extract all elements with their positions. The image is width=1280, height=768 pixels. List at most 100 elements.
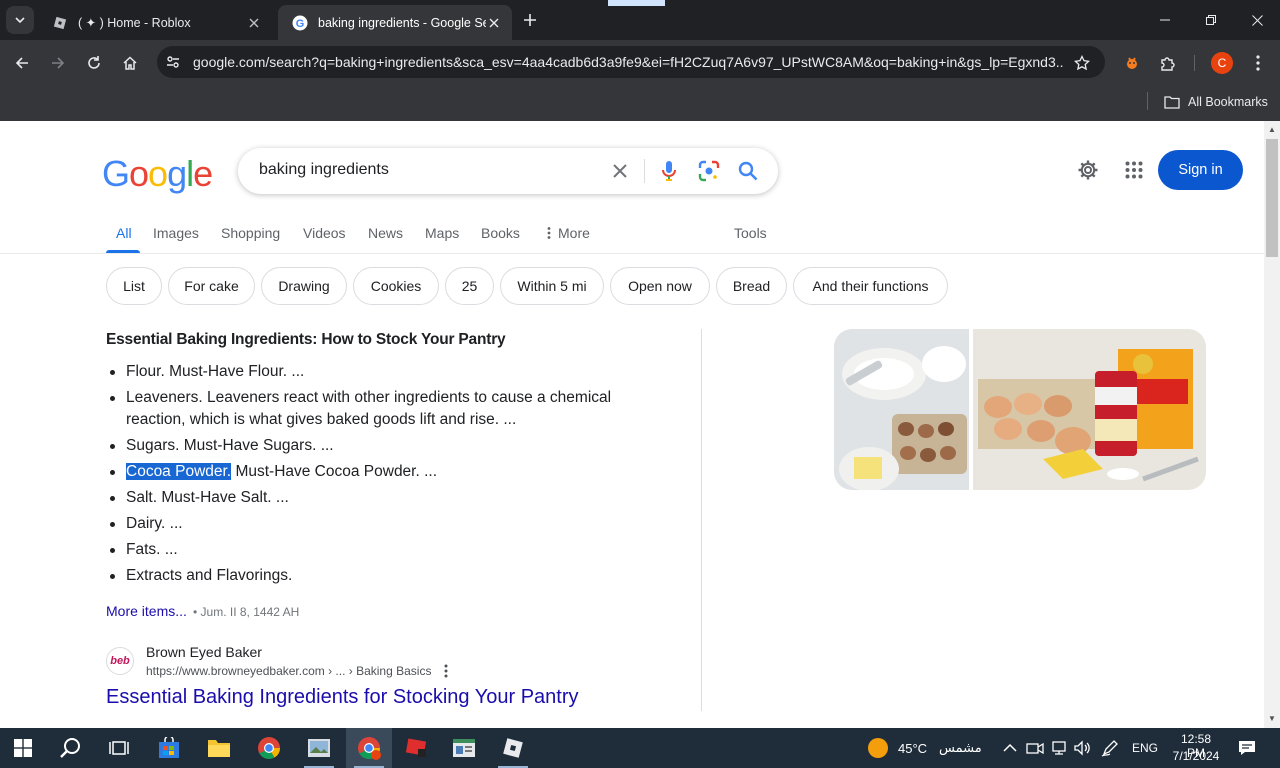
chip-bread[interactable]: Bread bbox=[716, 267, 787, 305]
chevron-down-icon bbox=[15, 17, 25, 24]
restore-icon bbox=[1206, 15, 1216, 25]
tab-videos[interactable]: Videos bbox=[303, 225, 346, 249]
bookmark-star-icon[interactable] bbox=[1071, 52, 1093, 74]
start-button[interactable] bbox=[0, 728, 46, 768]
tab-title: ( ✦ ) Home - Roblox bbox=[78, 16, 191, 30]
tab-roblox[interactable]: ( ✦ ) Home - Roblox bbox=[38, 5, 272, 40]
roblox-studio-icon bbox=[405, 738, 427, 757]
chip-drawing[interactable]: Drawing bbox=[261, 267, 347, 305]
tab-books[interactable]: Books bbox=[481, 225, 520, 249]
list-item: Leaveners. Leaveners react with other in… bbox=[106, 387, 666, 431]
tab-images[interactable]: Images bbox=[153, 225, 199, 249]
home-icon bbox=[123, 56, 137, 70]
extensions-button[interactable] bbox=[1154, 49, 1182, 77]
new-tab-button[interactable] bbox=[518, 8, 542, 32]
extension-button[interactable] bbox=[1118, 49, 1146, 77]
app-taskbar-button[interactable] bbox=[296, 728, 342, 768]
chip-25[interactable]: 25 bbox=[445, 267, 494, 305]
tab-tools[interactable]: Tools bbox=[734, 225, 767, 249]
site-info-icon[interactable] bbox=[163, 52, 183, 72]
task-view-button[interactable] bbox=[96, 728, 142, 768]
weather-widget[interactable]: 45°C مشمس bbox=[868, 738, 982, 758]
chrome-taskbar-button[interactable] bbox=[246, 728, 292, 768]
notification-icon[interactable] bbox=[1238, 739, 1256, 757]
meet-now-icon[interactable] bbox=[1026, 739, 1044, 757]
restore-button[interactable] bbox=[1188, 0, 1234, 40]
app-taskbar-button-window[interactable] bbox=[441, 728, 487, 768]
clear-search-icon[interactable] bbox=[608, 159, 632, 183]
scroll-down-arrow[interactable]: ▼ bbox=[1268, 715, 1276, 723]
site-favicon[interactable]: beb bbox=[106, 647, 134, 675]
close-icon[interactable] bbox=[486, 15, 502, 31]
result-options-icon[interactable] bbox=[440, 662, 452, 680]
scroll-up-arrow[interactable]: ▲ bbox=[1268, 126, 1276, 134]
chip-within-5-mi[interactable]: Within 5 mi bbox=[500, 267, 604, 305]
chip-cookies[interactable]: Cookies bbox=[353, 267, 439, 305]
bookmarks-divider bbox=[1147, 92, 1148, 110]
taskbar-search-button[interactable] bbox=[48, 728, 94, 768]
nav-divider bbox=[0, 253, 1264, 254]
chrome-profile-taskbar-button[interactable] bbox=[346, 728, 392, 768]
extension-orange-icon bbox=[1127, 57, 1137, 69]
volume-icon[interactable] bbox=[1073, 739, 1091, 757]
image-viewer-icon bbox=[308, 739, 330, 757]
page-scrollbar[interactable]: ▲ ▼ bbox=[1264, 121, 1280, 728]
pen-icon[interactable] bbox=[1101, 739, 1119, 757]
tab-news[interactable]: News bbox=[368, 225, 403, 249]
microsoft-store-button[interactable] bbox=[146, 728, 192, 768]
settings-gear-icon[interactable] bbox=[1076, 158, 1100, 182]
google-apps-grid-icon[interactable] bbox=[1122, 158, 1146, 182]
browser-menu-button[interactable] bbox=[1244, 49, 1272, 77]
close-window-button[interactable] bbox=[1234, 0, 1280, 40]
list-item: Sugars. Must-Have Sugars. ... bbox=[106, 435, 666, 457]
arrow-left-icon bbox=[15, 57, 28, 69]
tab-google-search[interactable]: G baking ingredients - Google Search bbox=[278, 5, 512, 40]
baking-ingredients-image-2[interactable] bbox=[973, 329, 1206, 490]
baking-ingredients-image-1[interactable] bbox=[834, 329, 969, 490]
microphone-icon[interactable] bbox=[657, 159, 681, 183]
search-icon[interactable] bbox=[736, 159, 760, 183]
chevron-up-icon[interactable] bbox=[1001, 739, 1019, 757]
search-box[interactable]: baking ingredients bbox=[238, 148, 778, 194]
google-logo[interactable]: Google bbox=[102, 153, 213, 195]
search-icon bbox=[60, 738, 80, 758]
roblox-taskbar-button[interactable] bbox=[490, 728, 536, 768]
url-text: google.com/search?q=baking+ingredients&s… bbox=[193, 54, 1063, 70]
snippet-date-text: Jum. II 8, 1442 AH bbox=[200, 605, 300, 619]
file-explorer-button[interactable] bbox=[196, 728, 242, 768]
sign-in-button[interactable]: Sign in bbox=[1158, 150, 1243, 190]
all-bookmarks-button[interactable]: All Bookmarks bbox=[1164, 91, 1268, 113]
back-button[interactable] bbox=[8, 49, 36, 77]
result-site-name[interactable]: Brown Eyed Baker bbox=[146, 644, 262, 660]
scrollbar-thumb[interactable] bbox=[1266, 139, 1278, 257]
close-icon[interactable] bbox=[246, 15, 262, 31]
address-bar[interactable]: google.com/search?q=baking+ingredients&s… bbox=[157, 46, 1105, 78]
profile-avatar[interactable]: C bbox=[1211, 52, 1233, 74]
home-button[interactable] bbox=[116, 49, 144, 77]
chip-and-their-functions[interactable]: And their functions bbox=[793, 267, 948, 305]
tab-shopping[interactable]: Shopping bbox=[221, 225, 280, 249]
windows-taskbar: 45°C مشمس ENG 12:58 PM 7/1/2024 bbox=[0, 728, 1280, 768]
more-items-link[interactable]: More items... bbox=[106, 603, 187, 619]
search-input[interactable]: baking ingredients bbox=[259, 161, 389, 179]
result-url[interactable]: https://www.browneyedbaker.com › ... › B… bbox=[146, 664, 431, 678]
featured-snippet-list: Flour. Must-Have Flour. ... Leaveners. L… bbox=[106, 361, 666, 591]
forward-button[interactable] bbox=[44, 49, 72, 77]
chip-list[interactable]: List bbox=[106, 267, 162, 305]
store-icon bbox=[159, 737, 179, 758]
tab-maps[interactable]: Maps bbox=[425, 225, 459, 249]
input-language-indicator[interactable]: ENG bbox=[1132, 741, 1158, 755]
reload-button[interactable] bbox=[80, 49, 108, 77]
minimize-button[interactable] bbox=[1142, 0, 1188, 40]
result-title-link[interactable]: Essential Baking Ingredients for Stockin… bbox=[106, 686, 579, 709]
chip-for-cake[interactable]: For cake bbox=[168, 267, 255, 305]
network-icon[interactable] bbox=[1050, 739, 1068, 757]
tab-search-button[interactable] bbox=[6, 6, 34, 34]
tab-all[interactable]: All bbox=[116, 225, 132, 249]
tab-more[interactable]: More bbox=[547, 225, 590, 249]
weather-temp: 45°C bbox=[898, 740, 928, 756]
chip-open-now[interactable]: Open now bbox=[610, 267, 710, 305]
google-lens-icon[interactable] bbox=[697, 159, 721, 183]
app-taskbar-button-red[interactable] bbox=[394, 728, 440, 768]
clock-date[interactable]: 7/1/2024 bbox=[1172, 749, 1220, 763]
